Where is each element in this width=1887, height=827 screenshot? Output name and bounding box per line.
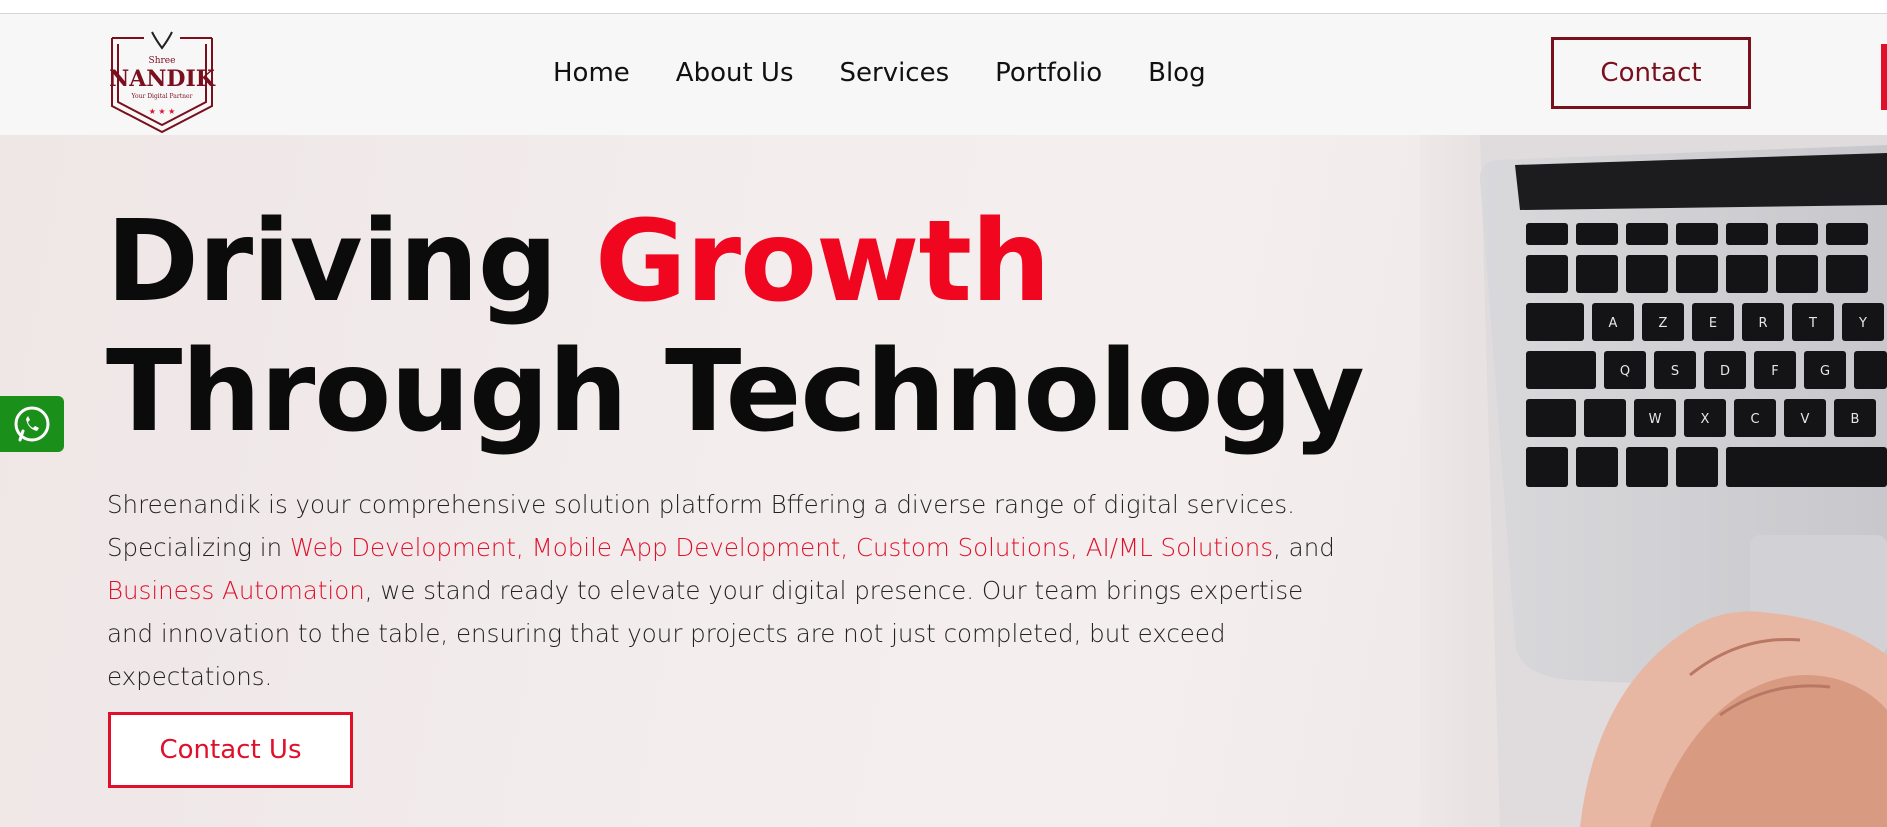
desc-automation-highlight: Business Automation xyxy=(107,576,365,605)
site-header: Shree NANDIK Your Digital Partner ★ ★ ★ … xyxy=(0,14,1887,135)
laptop-hands-photo: AZE RTY QSD FG WXC VB xyxy=(1420,135,1887,827)
hero-section: AZE RTY QSD FG WXC VB Driving Growth Thr… xyxy=(0,135,1887,827)
hero-title-line2: Through Technology xyxy=(106,327,1365,457)
hero-title: Driving Growth Through Technology xyxy=(106,197,1365,457)
hero-title-accent: Growth xyxy=(594,197,1051,327)
top-border xyxy=(0,0,1887,14)
nav-portfolio[interactable]: Portfolio xyxy=(995,58,1102,88)
desc-part2: , and xyxy=(1273,533,1335,562)
logo-small-text: Shree xyxy=(149,56,176,66)
logo-tagline-text: Your Digital Partner xyxy=(131,93,193,100)
nav-about-us[interactable]: About Us xyxy=(676,58,794,88)
nav-home[interactable]: Home xyxy=(553,58,630,88)
svg-text:★ ★ ★: ★ ★ ★ xyxy=(149,107,176,116)
nav-services[interactable]: Services xyxy=(840,58,950,88)
logo-name-text: NANDIK xyxy=(109,66,216,92)
edge-accent-bar xyxy=(1881,44,1887,110)
hero-description: Shreenandik is your comprehensive soluti… xyxy=(107,483,1347,698)
whatsapp-icon xyxy=(14,406,50,442)
header-contact-button[interactable]: Contact xyxy=(1551,37,1751,109)
contact-us-button[interactable]: Contact Us xyxy=(108,712,353,788)
nandik-logo[interactable]: Shree NANDIK Your Digital Partner ★ ★ ★ xyxy=(104,28,220,138)
whatsapp-float-button[interactable] xyxy=(0,396,64,452)
hero-title-part1: Driving xyxy=(106,197,558,327)
desc-services-highlight: Web Development, Mobile App Development,… xyxy=(289,533,1274,562)
main-nav: Home About Us Services Portfolio Blog xyxy=(553,58,1206,88)
nav-blog[interactable]: Blog xyxy=(1148,58,1205,88)
